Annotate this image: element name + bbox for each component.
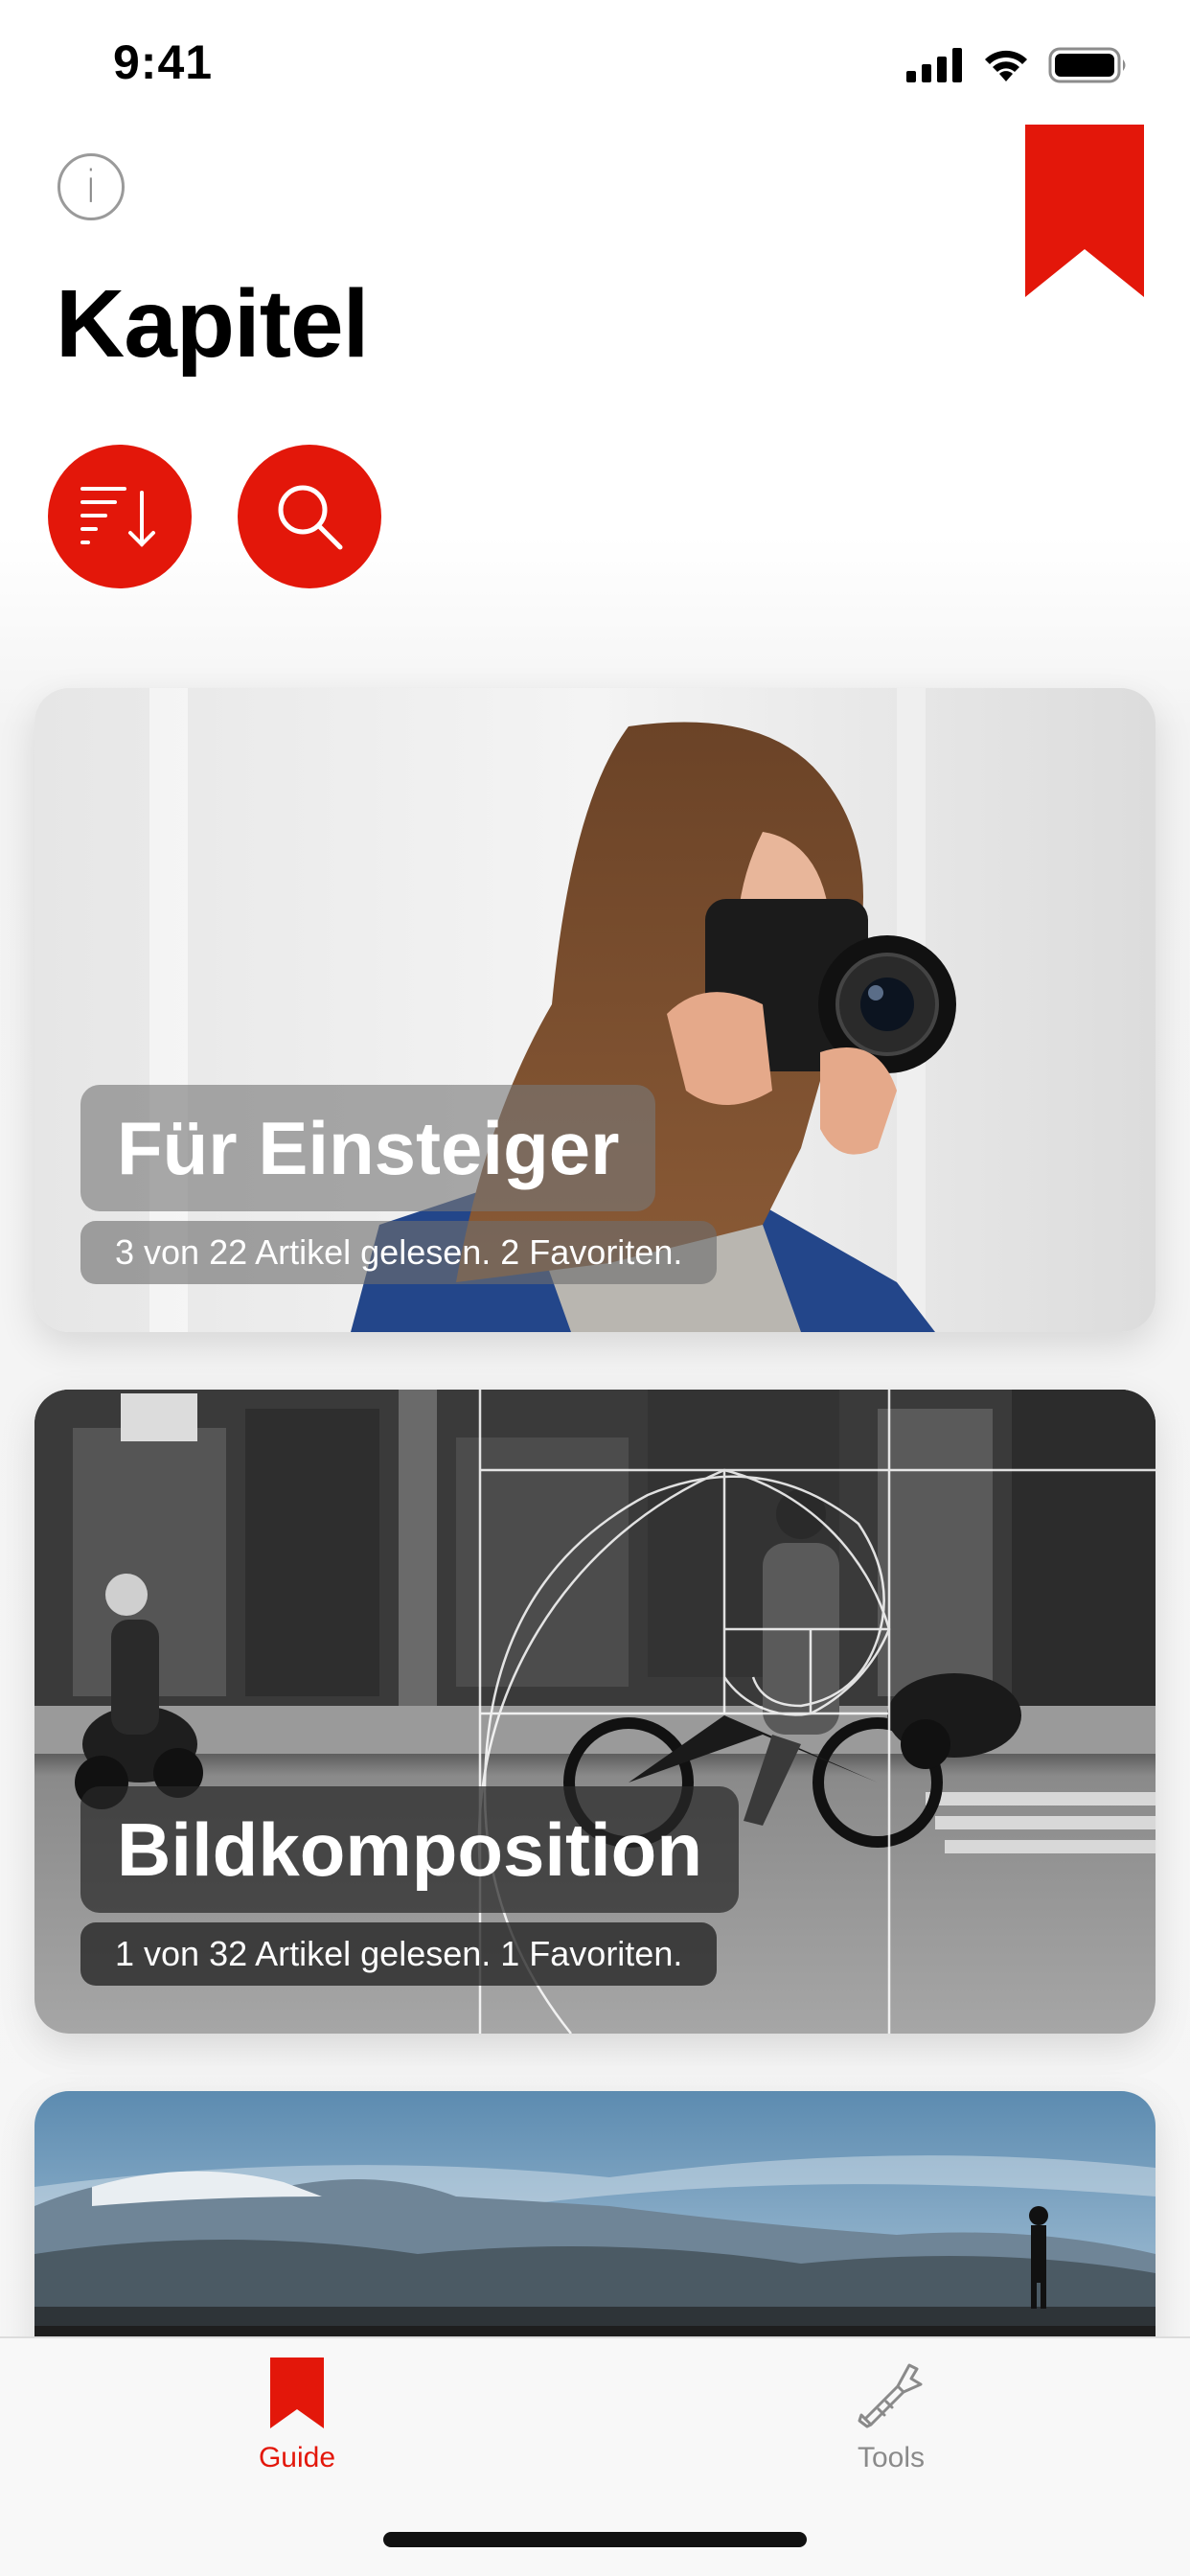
cellular-signal-icon: [906, 48, 962, 82]
card-subtitle: 3 von 22 Artikel gelesen. 2 Favoriten.: [115, 1232, 683, 1272]
bookmark-ribbon-icon[interactable]: [1025, 125, 1144, 297]
page-title: Kapitel: [56, 270, 369, 378]
battery-icon: [1048, 47, 1126, 83]
card-subtitle-box: 1 von 32 Artikel gelesen. 1 Favoriten.: [80, 1922, 718, 1986]
screen: 9:41 i Kapitel Für Einsteiger 3 von 22 A…: [0, 0, 1190, 2576]
card-subtitle-box: 3 von 22 Artikel gelesen. 2 Favoriten.: [80, 1221, 718, 1284]
status-bar: 9:41: [0, 0, 1190, 126]
tab-label: Tools: [857, 2442, 926, 2473]
search-icon: [278, 485, 343, 550]
status-time: 9:41: [113, 35, 214, 89]
card-title: Für Einsteiger: [117, 1105, 620, 1190]
info-icon: i: [84, 161, 98, 213]
tab-label: Guide: [258, 2442, 336, 2473]
wifi-icon: [985, 50, 1027, 81]
card-title-box: Für Einsteiger: [80, 1085, 656, 1211]
chapter-card-beginners[interactable]: Für Einsteiger 3 von 22 Artikel gelesen.…: [34, 688, 1156, 1332]
bookmark-icon: [270, 2358, 324, 2428]
search-button[interactable]: [238, 445, 381, 588]
card-title-box: Bildkomposition: [80, 1786, 739, 1913]
tools-icon: [858, 2363, 923, 2428]
sort-button[interactable]: [48, 445, 192, 588]
tab-guide[interactable]: Guide: [153, 2358, 441, 2474]
sort-descending-icon: [80, 487, 155, 547]
card-title: Bildkomposition: [117, 1806, 702, 1892]
tab-tools[interactable]: Tools: [747, 2358, 1035, 2474]
status-icons: [906, 46, 1129, 84]
chapter-card-composition[interactable]: Bildkomposition 1 von 32 Artikel gelesen…: [34, 1390, 1156, 2034]
card-subtitle: 1 von 32 Artikel gelesen. 1 Favoriten.: [115, 1934, 683, 1973]
home-indicator: [383, 2532, 807, 2547]
info-button[interactable]: i: [57, 153, 125, 220]
